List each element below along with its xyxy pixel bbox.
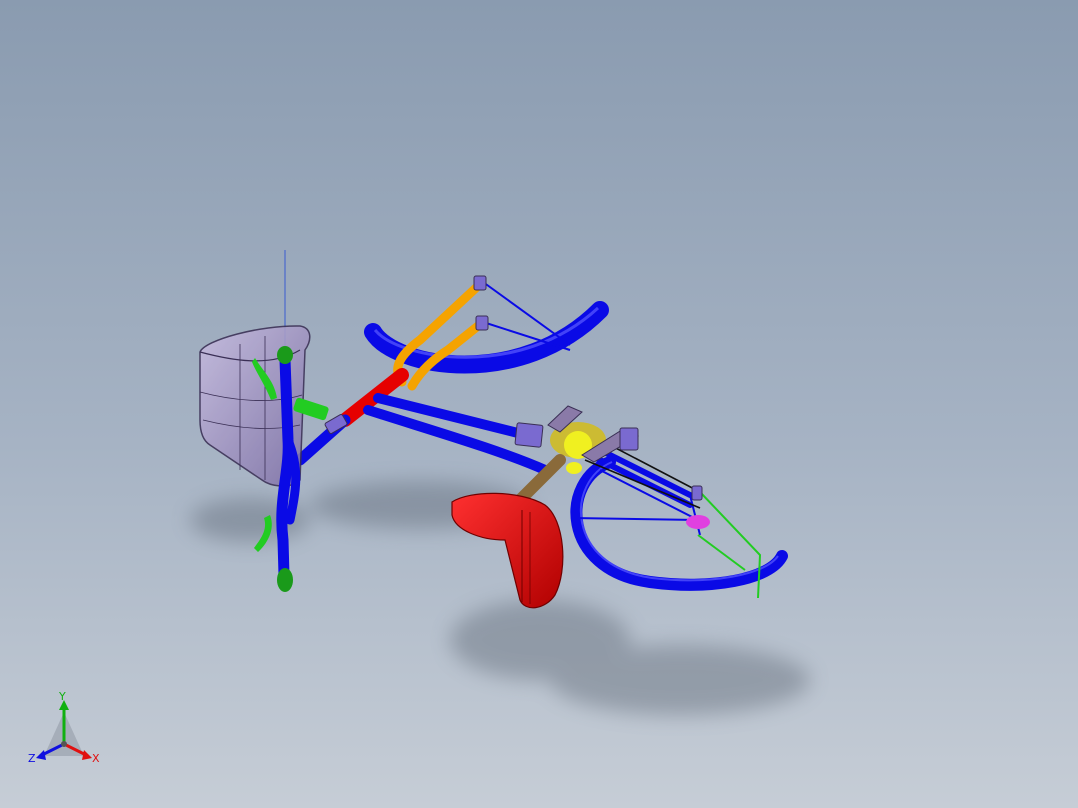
z-axis-label: Z xyxy=(28,752,36,765)
x-axis-label: X xyxy=(92,752,100,765)
bicycle-model-view[interactable] xyxy=(0,0,1078,808)
y-axis-label: Y xyxy=(58,692,66,703)
handlebar-clamp-bottom xyxy=(475,315,489,331)
triad-origin xyxy=(61,741,67,747)
x-axis-head xyxy=(82,750,92,760)
top-grip xyxy=(277,346,293,364)
3d-viewport[interactable]: Y X Z xyxy=(0,0,1078,808)
orientation-triad[interactable]: Y X Z xyxy=(24,692,124,772)
z-axis-head xyxy=(36,750,46,760)
handlebar-clamp-top xyxy=(473,275,487,291)
saddle[interactable] xyxy=(451,492,564,609)
bottom-grip xyxy=(277,568,293,592)
